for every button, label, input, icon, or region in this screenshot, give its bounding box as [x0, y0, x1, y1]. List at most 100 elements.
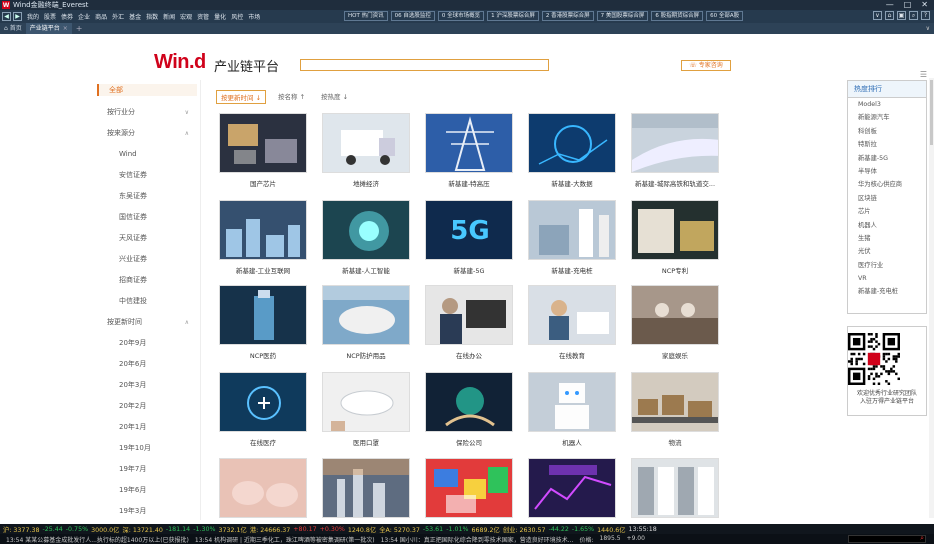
- hot-ranking-item[interactable]: 机器人: [848, 219, 926, 232]
- sidebar-filter-item[interactable]: 20年2月: [97, 400, 197, 412]
- card-label[interactable]: 新基建-充电桩: [528, 265, 616, 275]
- industry-card[interactable]: 新基建-大数据: [528, 113, 616, 191]
- sort-option[interactable]: 按热度 ↓: [317, 90, 352, 104]
- card-label[interactable]: 国产芯片: [219, 178, 307, 188]
- sidebar-filter-item[interactable]: 招商证券: [97, 274, 197, 286]
- quick-chip[interactable]: 0 全球市场概览: [437, 11, 485, 21]
- sidebar-filter-item[interactable]: 19年7月: [97, 463, 197, 475]
- industry-card[interactable]: 国产芯片: [219, 113, 307, 191]
- card-thumbnail[interactable]: [631, 200, 719, 260]
- sidebar-filter-item[interactable]: 国信证券: [97, 211, 197, 223]
- minimize-button[interactable]: —: [886, 0, 894, 10]
- card-thumbnail[interactable]: [631, 113, 719, 173]
- chevron-icon[interactable]: ∧: [185, 130, 189, 137]
- card-label[interactable]: 在线教育: [528, 350, 616, 360]
- news-item[interactable]: 13:54 机构调研 | 近期三季化工，珠江啤酒等被密集调研(第一批次): [195, 535, 375, 544]
- card-thumbnail[interactable]: [219, 200, 307, 260]
- industry-card[interactable]: 新基建-充电桩: [528, 200, 616, 278]
- menu-item[interactable]: 资管: [197, 12, 209, 21]
- sidebar-filter-item[interactable]: 20年6月: [97, 358, 197, 370]
- card-label[interactable]: 地摊经济: [322, 178, 410, 188]
- sidebar-filter-item[interactable]: 天风证券: [97, 232, 197, 244]
- hot-ranking-item[interactable]: 生猪: [848, 232, 926, 245]
- hot-ranking-item[interactable]: 半导体: [848, 165, 926, 178]
- industry-card[interactable]: 新基建-工业互联网: [219, 200, 307, 278]
- news-item[interactable]: 13:54 国小川：真正把国际化综合降到零技术国家，营造良好环境技术...: [381, 535, 574, 544]
- card-thumbnail[interactable]: [425, 458, 513, 518]
- dropdown-icon[interactable]: ∨: [873, 11, 882, 20]
- card-thumbnail[interactable]: [322, 113, 410, 173]
- hot-ranking-item[interactable]: 特斯拉: [848, 138, 926, 151]
- quote-search-input[interactable]: [848, 535, 926, 543]
- card-label[interactable]: NCP医药: [219, 350, 307, 360]
- sidebar-filter-item[interactable]: 20年9月: [97, 337, 197, 349]
- sidebar-filter-item[interactable]: Wind: [97, 148, 197, 160]
- card-thumbnail[interactable]: [322, 458, 410, 518]
- news-item[interactable]: 1895.5: [600, 535, 621, 544]
- hot-ranking-item[interactable]: 华为核心供应商: [848, 178, 926, 191]
- expert-consult-button[interactable]: ☏ 专家咨询: [681, 60, 731, 71]
- card-label[interactable]: 机器人: [528, 437, 616, 447]
- card-thumbnail[interactable]: [425, 113, 513, 173]
- industry-card[interactable]: NCP专利: [631, 200, 719, 278]
- card-thumbnail[interactable]: [322, 285, 410, 345]
- quick-chip[interactable]: HOT 热门资讯: [344, 11, 388, 21]
- sidebar-filter-item[interactable]: 20年1月: [97, 421, 197, 433]
- sidebar-filter-item[interactable]: 全部: [97, 84, 197, 96]
- forward-arrow-icon[interactable]: ▶: [13, 12, 22, 21]
- industry-card[interactable]: 新基建-特高压: [425, 113, 513, 191]
- tab-home[interactable]: ⌂ 首页: [0, 23, 26, 34]
- news-item[interactable]: 13:54 某某公募基金成批发行人...执行标的超1400万以上(已获报批): [6, 535, 189, 544]
- page-scrollbar[interactable]: [929, 78, 934, 518]
- maximize-button[interactable]: □: [904, 0, 912, 10]
- menu-item[interactable]: 外汇: [112, 12, 124, 21]
- hot-ranking-item[interactable]: 科创板: [848, 125, 926, 138]
- card-label[interactable]: 新基建-人工智能: [322, 265, 410, 275]
- hamburger-menu-icon[interactable]: ☰: [920, 70, 927, 79]
- card-label[interactable]: 新基建-工业互联网: [219, 265, 307, 275]
- help-icon[interactable]: ?: [921, 11, 930, 20]
- sidebar-filter-item[interactable]: 按行业分 ∨: [97, 106, 197, 118]
- card-thumbnail[interactable]: [425, 285, 513, 345]
- sidebar-filter-item[interactable]: 按更新时间 ∧: [97, 316, 197, 328]
- quick-chip[interactable]: 06 自选股监控: [390, 11, 435, 21]
- menu-item[interactable]: 风控: [231, 12, 243, 21]
- card-thumbnail[interactable]: [322, 372, 410, 432]
- window-icon[interactable]: ▣: [897, 11, 906, 20]
- sort-option[interactable]: 按更新时间 ↓: [216, 90, 267, 104]
- industry-card[interactable]: 保险公司: [425, 372, 513, 450]
- industry-card[interactable]: 家庭娱乐: [631, 285, 719, 363]
- sidebar-filter-item[interactable]: 按来源分 ∧: [97, 127, 197, 139]
- new-tab-button[interactable]: +: [76, 24, 83, 33]
- card-thumbnail[interactable]: [219, 458, 307, 518]
- card-label[interactable]: NCP防护用品: [322, 350, 410, 360]
- industry-card[interactable]: 在线办公: [425, 285, 513, 363]
- search-input[interactable]: [300, 59, 549, 71]
- sidebar-filter-item[interactable]: 20年3月: [97, 379, 197, 391]
- card-thumbnail[interactable]: 5G: [425, 200, 513, 260]
- card-label[interactable]: 家庭娱乐: [631, 350, 719, 360]
- card-label[interactable]: 新基建-大数据: [528, 178, 616, 188]
- search-icon[interactable]: ⌕: [909, 11, 918, 20]
- news-item[interactable]: +9.00: [627, 535, 645, 544]
- quick-chip[interactable]: 1 沪深股票综合屏: [487, 11, 539, 21]
- industry-card[interactable]: NCP防护用品: [322, 285, 410, 363]
- industry-card[interactable]: 在线医疗: [219, 372, 307, 450]
- menu-item[interactable]: 市场: [248, 12, 260, 21]
- industry-card[interactable]: 新基建-人工智能: [322, 200, 410, 278]
- card-thumbnail[interactable]: [219, 372, 307, 432]
- hot-ranking-item[interactable]: 光伏: [848, 245, 926, 258]
- scrollbar-thumb[interactable]: [930, 80, 933, 145]
- menu-item[interactable]: 指数: [146, 12, 158, 21]
- hot-ranking-item[interactable]: 区块链: [848, 192, 926, 205]
- industry-card[interactable]: NCP医药: [219, 285, 307, 363]
- hot-ranking-item[interactable]: 新能源汽车: [848, 111, 926, 124]
- industry-card[interactable]: 新基建-城际高铁和轨道交...: [631, 113, 719, 191]
- menu-item[interactable]: 股票: [44, 12, 56, 21]
- hot-ranking-item[interactable]: VR: [848, 272, 926, 285]
- home-icon[interactable]: ⌂: [885, 11, 894, 20]
- card-thumbnail[interactable]: [425, 372, 513, 432]
- close-button[interactable]: ✕: [921, 0, 928, 10]
- hot-ranking-item[interactable]: 芯片: [848, 205, 926, 218]
- sidebar-filter-item[interactable]: 19年10月: [97, 442, 197, 454]
